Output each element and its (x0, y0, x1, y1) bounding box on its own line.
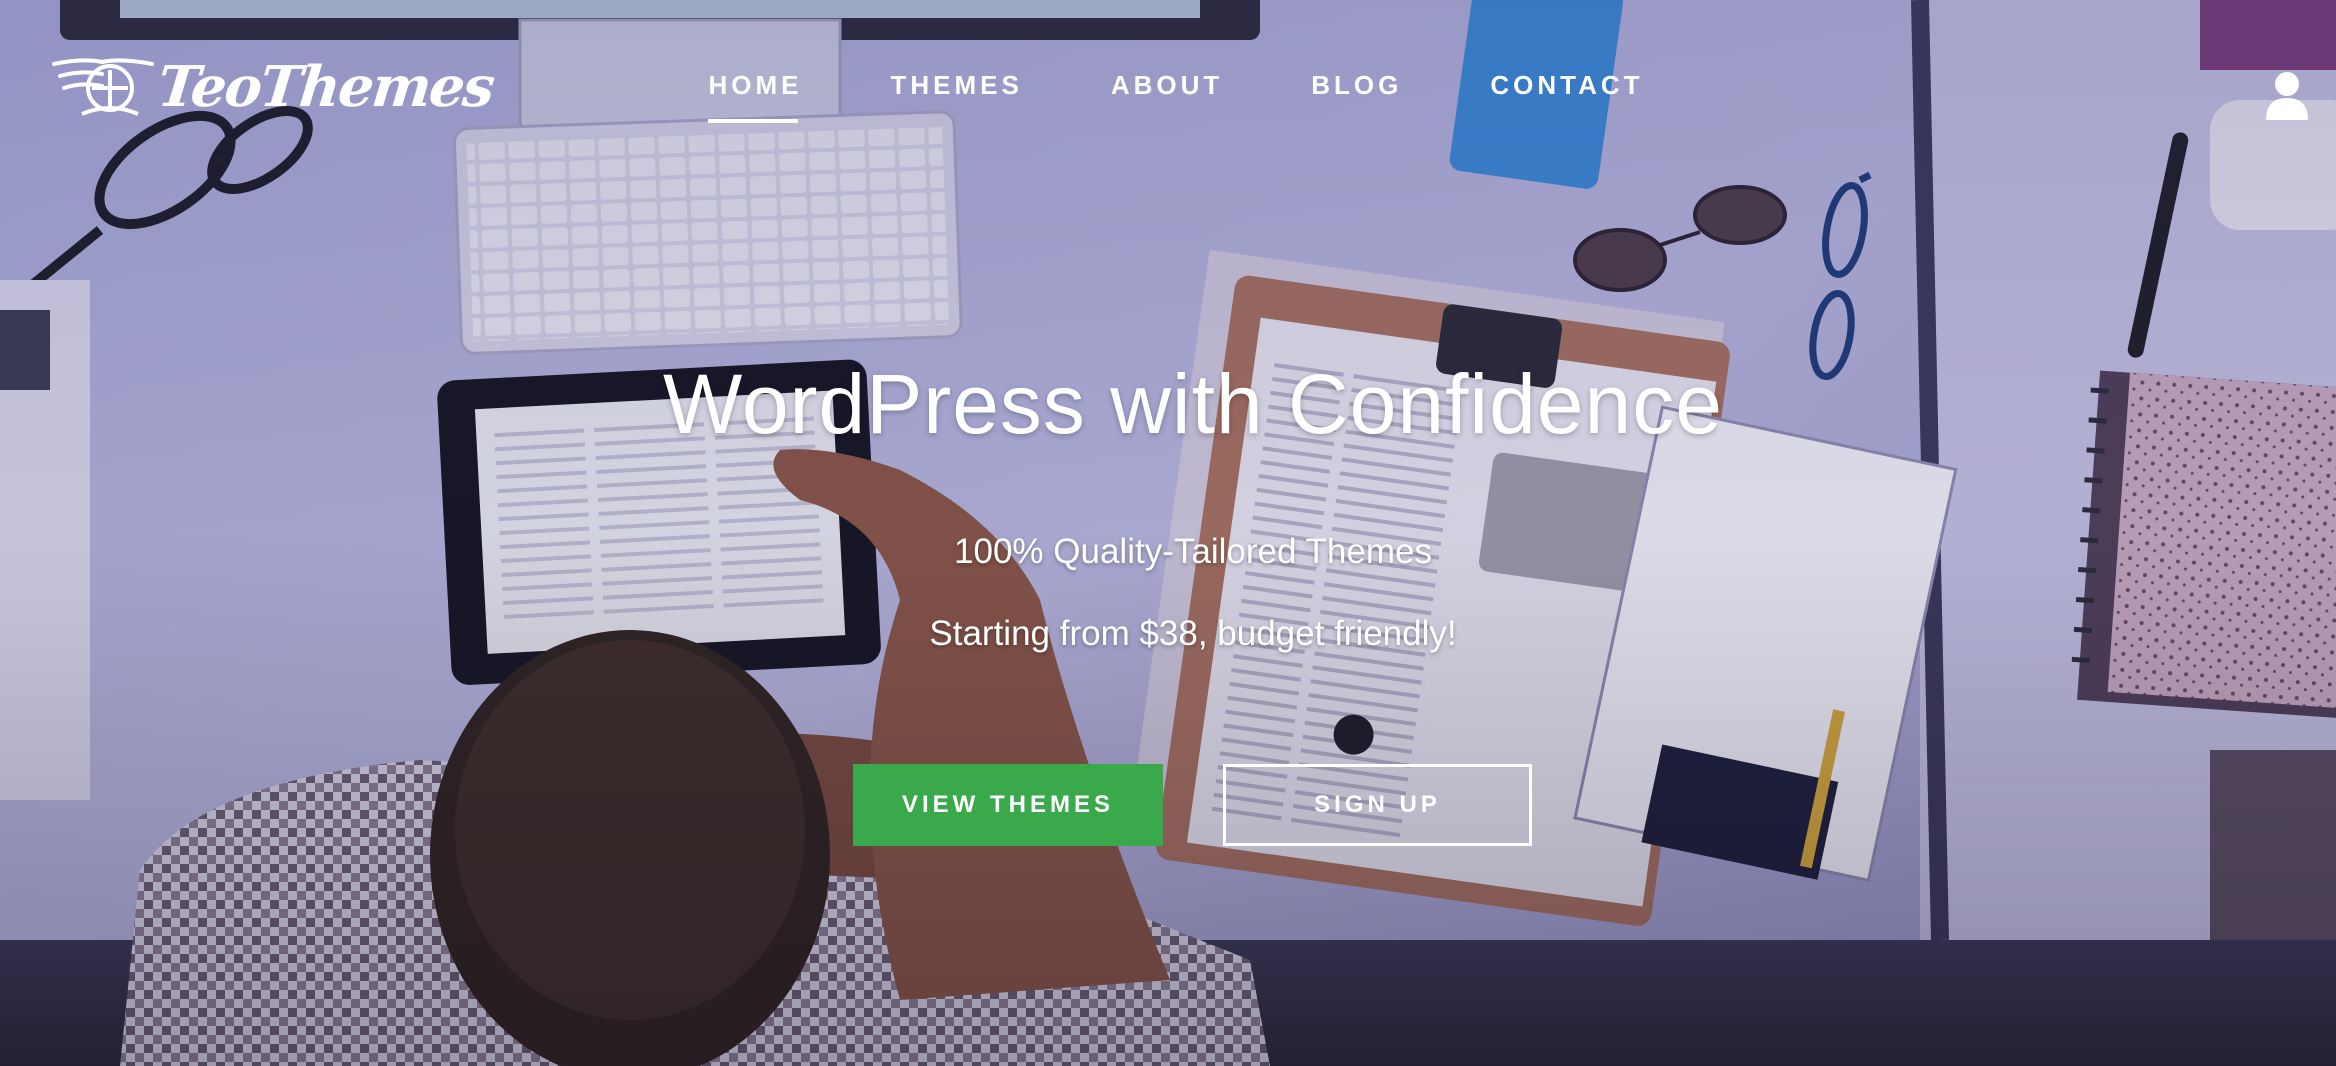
hero-section: TeoThemes HOME THEMES ABOUT BLOG CONTACT… (0, 0, 2336, 1066)
hero-subheadline-quality: 100% Quality-Tailored Themes (954, 532, 1432, 571)
hero-subheadline-pricing: Starting from $38, budget friendly! (929, 614, 1457, 653)
sign-up-button[interactable]: SIGN UP (1223, 764, 1532, 846)
view-themes-button[interactable]: VIEW THEMES (853, 764, 1163, 846)
hero-content: WordPress with Confidence 100% Quality-T… (0, 0, 2336, 1066)
hero-headline: WordPress with Confidence (663, 357, 1723, 451)
